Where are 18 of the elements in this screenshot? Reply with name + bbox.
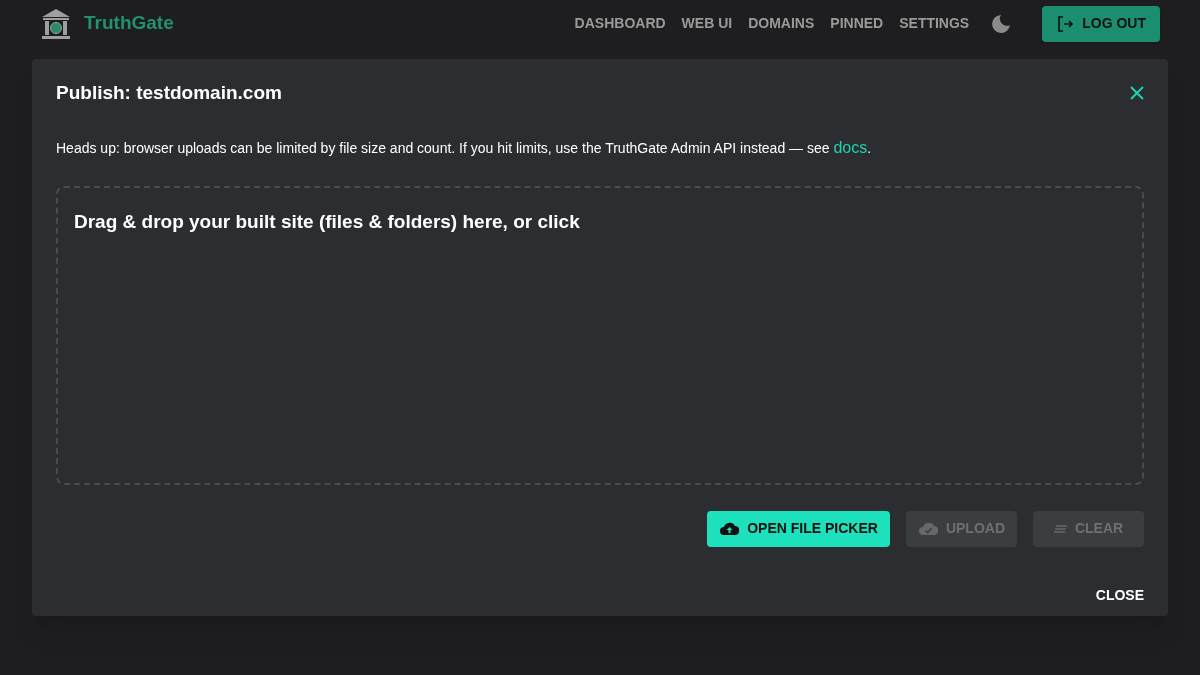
dialog-title: Publish: testdomain.com [56, 81, 282, 105]
notice-text: Heads up: browser uploads can be limited by file size and count. If you hit limits, use the TruthGate Admin API instead — see docs. [56, 137, 873, 158]
nav-link[interactable]: WEB UI [681, 13, 733, 34]
nav-link[interactable]: SETTINGS [899, 13, 970, 34]
nav-link[interactable]: PINNED [830, 13, 884, 34]
bank-building-icon [41, 7, 71, 40]
moon-icon[interactable] [992, 14, 1011, 33]
drop-zone-text: Drag & drop your built site (files & folders) here, or click [74, 210, 580, 232]
nav-link[interactable]: DOMAINS [748, 13, 815, 34]
open-file-picker-button[interactable]: OPEN FILE PICKER [707, 510, 890, 547]
close-button[interactable]: CLOSE [1095, 584, 1144, 606]
close-icon[interactable] [1130, 86, 1144, 101]
lines-icon [1053, 524, 1067, 533]
nav-link[interactable]: DASHBOARD [574, 13, 666, 34]
app-name[interactable]: TruthGate [84, 9, 174, 38]
logout-icon [1056, 14, 1075, 33]
drop-zone[interactable]: Drag & drop your built site (files & folders) here, or click [56, 185, 1144, 485]
log-out-button[interactable]: LOG OUT [1042, 5, 1160, 42]
